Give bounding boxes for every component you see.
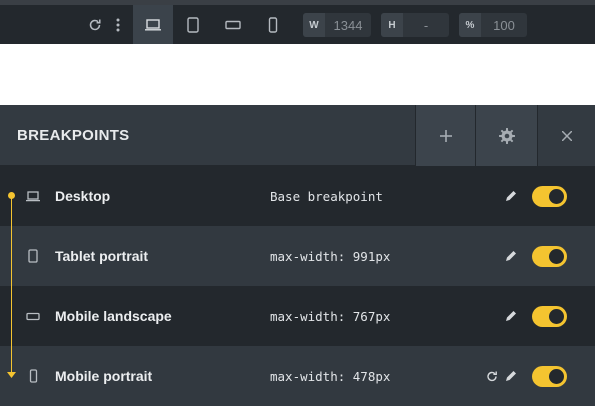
breakpoint-description: max-width: 991px — [270, 249, 391, 264]
more-vertical-icon — [116, 18, 120, 31]
cascade-line — [11, 195, 12, 373]
breakpoint-toggle[interactable] — [532, 366, 567, 387]
device-mobile-landscape-button[interactable] — [213, 5, 253, 44]
breakpoint-row-desktop[interactable]: Desktop Base breakpoint — [0, 166, 595, 226]
panel-title: BREAKPOINTS — [17, 127, 130, 144]
edit-icon[interactable] — [504, 369, 518, 383]
gear-icon — [498, 127, 515, 144]
breakpoint-name: Mobile portrait — [55, 368, 153, 384]
breakpoint-toggle[interactable] — [532, 186, 567, 207]
toggle-knob — [549, 189, 564, 204]
top-toolbar: W 1344 H - % 100 — [0, 0, 595, 44]
more-options-button[interactable] — [110, 5, 126, 44]
breakpoint-name: Tablet portrait — [55, 248, 149, 264]
close-panel-button[interactable] — [537, 105, 595, 166]
breakpoint-row-tablet-portrait[interactable]: Tablet portrait max-width: 991px — [0, 226, 595, 286]
close-icon — [561, 130, 572, 141]
reset-icon[interactable] — [485, 369, 499, 383]
breakpoint-row-mobile-portrait[interactable]: Mobile portrait max-width: 478px — [0, 346, 595, 406]
toggle-knob — [549, 369, 564, 384]
breakpoint-toggle[interactable] — [532, 246, 567, 267]
mobile-portrait-icon — [26, 368, 40, 384]
desktop-icon — [26, 188, 40, 204]
mobile-portrait-icon — [268, 16, 278, 33]
cascade-start-dot — [8, 192, 15, 199]
breakpoint-description: max-width: 478px — [270, 369, 391, 384]
canvas-preview — [0, 44, 595, 105]
cascade-arrow-icon — [7, 372, 16, 378]
width-value[interactable]: 1344 — [325, 18, 371, 33]
zoom-field[interactable]: % 100 — [459, 13, 527, 37]
height-label: H — [381, 13, 403, 37]
tablet-portrait-icon — [26, 248, 40, 264]
height-value[interactable]: - — [403, 18, 449, 33]
zoom-value[interactable]: 100 — [481, 18, 527, 33]
mobile-landscape-icon — [225, 20, 241, 29]
device-desktop-button[interactable] — [133, 5, 173, 44]
reload-button[interactable] — [86, 5, 104, 44]
breakpoint-row-mobile-landscape[interactable]: Mobile landscape max-width: 767px — [0, 286, 595, 346]
breakpoint-name: Desktop — [55, 188, 111, 204]
height-field[interactable]: H - — [381, 13, 449, 37]
toggle-knob — [549, 249, 564, 264]
panel-header: BREAKPOINTS — [0, 105, 595, 166]
device-mobile-portrait-button[interactable] — [253, 5, 293, 44]
plus-icon — [439, 129, 452, 142]
device-tablet-portrait-button[interactable] — [173, 5, 213, 44]
toggle-knob — [549, 309, 564, 324]
edit-icon[interactable] — [504, 309, 518, 323]
breakpoint-description: Base breakpoint — [270, 189, 383, 204]
breakpoint-toggle[interactable] — [532, 306, 567, 327]
tablet-portrait-icon — [187, 16, 199, 33]
reload-icon — [89, 19, 101, 30]
breakpoint-description: max-width: 767px — [270, 309, 391, 324]
add-breakpoint-button[interactable] — [415, 105, 475, 166]
breakpoint-settings-button[interactable] — [475, 105, 537, 166]
mobile-landscape-icon — [26, 308, 40, 324]
width-field[interactable]: W 1344 — [303, 13, 371, 37]
edit-icon[interactable] — [504, 249, 518, 263]
breakpoints-panel: BREAKPOINTS Desktop Base breakpoint Tabl… — [0, 105, 595, 406]
edit-icon[interactable] — [504, 189, 518, 203]
width-label: W — [303, 13, 325, 37]
breakpoint-name: Mobile landscape — [55, 308, 172, 324]
zoom-label: % — [459, 13, 481, 37]
desktop-icon — [145, 18, 161, 31]
